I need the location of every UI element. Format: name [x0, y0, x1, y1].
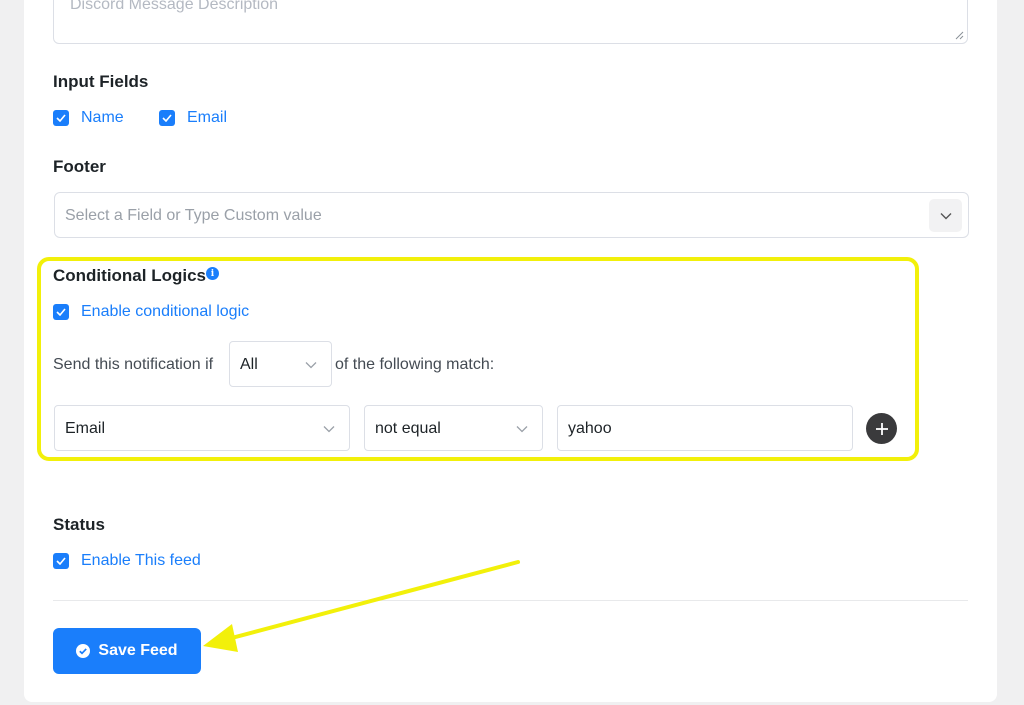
- rule-value-input[interactable]: yahoo: [557, 405, 853, 451]
- name-checkbox[interactable]: [53, 110, 69, 126]
- resize-grip-icon[interactable]: [954, 30, 964, 40]
- enable-conditional-logic-row[interactable]: Enable conditional logic: [53, 302, 249, 322]
- name-checkbox-label: Name: [81, 109, 124, 126]
- add-rule-button[interactable]: [866, 413, 897, 444]
- footer-label: Footer: [53, 157, 106, 176]
- save-feed-label: Save Feed: [98, 642, 178, 659]
- rule-field-select[interactable]: Email: [54, 405, 350, 451]
- check-circle-icon: [76, 644, 91, 658]
- enable-feed-row[interactable]: Enable This feed: [53, 551, 201, 571]
- footer-select-placeholder: Select a Field or Type Custom value: [65, 207, 322, 224]
- divider: [53, 600, 968, 601]
- textarea-placeholder: Discord Message Description: [70, 0, 279, 13]
- check-icon: [56, 557, 66, 565]
- status-label: Status: [53, 515, 105, 534]
- discord-description-textarea[interactable]: Discord Message Description: [53, 0, 968, 44]
- chevron-down-icon: [516, 426, 528, 433]
- info-icon[interactable]: i: [206, 267, 219, 280]
- match-type-value: All: [240, 356, 258, 373]
- check-icon: [56, 308, 66, 316]
- condition-sentence-prefix: Send this notification if: [53, 356, 214, 373]
- check-icon: [162, 114, 172, 122]
- chevron-down-icon: [323, 426, 335, 433]
- email-checkbox[interactable]: [159, 110, 175, 126]
- rule-field-value: Email: [65, 420, 106, 437]
- rule-value-text: yahoo: [568, 420, 612, 437]
- chevron-down-icon: [305, 362, 317, 369]
- rule-operator-value: not equal: [375, 420, 441, 437]
- enable-conditional-logic-label: Enable conditional logic: [81, 303, 250, 320]
- enable-feed-label: Enable This feed: [81, 552, 201, 569]
- name-checkbox-row[interactable]: Name: [53, 108, 124, 128]
- match-type-select[interactable]: All: [229, 341, 332, 387]
- enable-conditional-logic-checkbox[interactable]: [53, 304, 69, 320]
- footer-dropdown-button[interactable]: [929, 199, 962, 232]
- email-checkbox-row[interactable]: Email: [159, 108, 227, 128]
- input-fields-label: Input Fields: [53, 72, 149, 91]
- plus-circle-icon: [875, 422, 888, 435]
- rule-operator-select[interactable]: not equal: [364, 405, 543, 451]
- check-icon: [56, 114, 66, 122]
- condition-sentence-suffix: of the following match:: [335, 356, 495, 373]
- email-checkbox-label: Email: [187, 109, 228, 126]
- conditional-logics-label: Conditional Logics: [53, 266, 206, 285]
- save-feed-button[interactable]: Save Feed: [53, 628, 201, 674]
- enable-feed-checkbox[interactable]: [53, 553, 69, 569]
- footer-select[interactable]: Select a Field or Type Custom value: [54, 192, 969, 238]
- chevron-down-icon: [940, 212, 951, 219]
